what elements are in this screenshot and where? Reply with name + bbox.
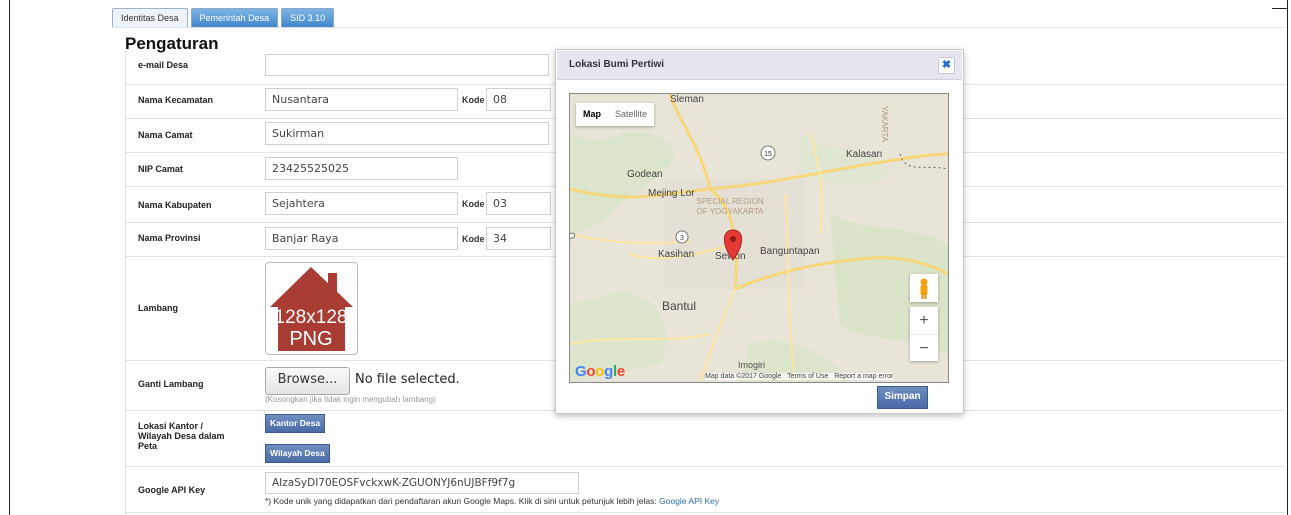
place-kalasan: Kalasan (846, 149, 882, 160)
tab-identitas-desa[interactable]: Identitas Desa (112, 8, 188, 28)
map-view[interactable]: 15 3 Sleman Godean Mejing Lor SPECIAL RE… (569, 93, 949, 383)
tab-underline (112, 27, 1284, 28)
provinsi-kode-label: Kode (462, 234, 485, 244)
api-key-field[interactable]: AIzaSyDI70EOSFvckxwK-ZGUONYJ6nUJBFf9f7g (265, 472, 579, 494)
lambang-placeholder-format: PNG (289, 328, 332, 350)
ganti-lambang-hint: (Kosongkan jika tidak ingin mengubah lam… (265, 395, 436, 404)
road-15-label: 15 (764, 151, 772, 158)
map-canvas: 15 3 Sleman Godean Mejing Lor SPECIAL RE… (570, 94, 948, 382)
place-sleman: Sleman (670, 94, 704, 105)
browse-button[interactable]: Browse... (265, 367, 350, 395)
kecamatan-label: Nama Kecamatan (138, 95, 214, 105)
map-data-text: Map data ©2017 Google (705, 373, 782, 380)
wilayah-desa-button[interactable]: Wilayah Desa (265, 444, 330, 463)
zoom-in-button[interactable]: + (910, 307, 938, 335)
email-label: e-mail Desa (138, 60, 189, 70)
provinsi-kode-field[interactable]: 34 (486, 227, 551, 250)
map-type-map[interactable]: Map (576, 103, 608, 126)
zoom-out-button[interactable]: − (910, 335, 938, 362)
camat-label: Nama Camat (138, 130, 193, 140)
map-type-control: Map Satellite (576, 103, 655, 126)
camat-field[interactable]: Sukirman (265, 122, 549, 145)
pegman-icon[interactable] (910, 274, 938, 302)
kabupaten-kode-field[interactable]: 03 (486, 192, 551, 215)
window-right-border (1287, 0, 1288, 515)
kantor-desa-button[interactable]: Kantor Desa (265, 414, 326, 433)
place-mejing-lor: Mejing Lor (648, 188, 695, 199)
road-3-label: 3 (680, 235, 684, 242)
window-left-border (9, 0, 10, 515)
report-map-error-link[interactable]: Report a map error (834, 373, 893, 380)
tab-pemerintah-desa[interactable]: Pemerintah Desa (190, 8, 279, 28)
place-godean: Godean (627, 169, 663, 180)
kecamatan-field[interactable]: Nusantara (265, 88, 458, 111)
ganti-lambang-label: Ganti Lambang (138, 379, 204, 389)
window-top-edge (1272, 8, 1288, 9)
place-bantul: Bantul (662, 299, 696, 313)
tab-bar: Identitas Desa Pemerintah Desa SID 3.10 (112, 8, 335, 28)
house-icon: 128x128 PNG (270, 267, 353, 351)
region-label-line2: OF YOGYAKARTA (697, 207, 765, 216)
google-logo: Google (575, 363, 625, 380)
api-key-help-link[interactable]: Google API Key (659, 496, 719, 506)
api-key-label: Google API Key (138, 485, 206, 495)
save-button[interactable]: Simpan (877, 386, 928, 409)
lambang-image: 128x128 PNG (265, 262, 358, 355)
kecamatan-kode-label: Kode (462, 95, 485, 105)
place-banguntapan: Banguntapan (760, 246, 820, 257)
place-kasihan: Kasihan (658, 249, 694, 260)
provinsi-label: Nama Provinsi (138, 233, 201, 243)
nip-field[interactable]: 23425525025 (265, 157, 458, 180)
lokasi-label: Lokasi Kantor / Wilayah Desa dalam Peta (138, 421, 225, 451)
file-status: No file selected. (355, 372, 460, 387)
api-key-note: *) Kode unik yang didapatkan dari pendaf… (265, 496, 719, 506)
email-field[interactable] (265, 54, 549, 76)
close-icon[interactable]: ✖ (938, 57, 955, 74)
kabupaten-kode-label: Kode (462, 199, 485, 209)
map-type-satellite[interactable]: Satellite (608, 103, 654, 126)
place-imogiri: Imogiri (738, 360, 765, 370)
api-key-note-text: *) Kode unik yang didapatkan dari pendaf… (265, 496, 657, 506)
kabupaten-field[interactable]: Sejahtera (265, 192, 458, 215)
location-dialog: Lokasi Bumi Pertiwi ✖ 15 3 Sleman Godean… (555, 49, 964, 414)
kabupaten-label: Nama Kabupaten (138, 200, 212, 210)
tab-sid[interactable]: SID 3.10 (281, 8, 335, 28)
lambang-label: Lambang (138, 303, 179, 313)
nip-label: NIP Camat (138, 164, 183, 174)
place-yakarta: YAKARTA (880, 106, 889, 143)
provinsi-field[interactable]: Banjar Raya (265, 227, 458, 250)
dialog-title: Lokasi Bumi Pertiwi (569, 59, 665, 70)
kecamatan-kode-field[interactable]: 08 (486, 88, 551, 111)
terms-of-use-link[interactable]: Terms of Use (787, 373, 828, 380)
lambang-placeholder-size: 128x128 (275, 307, 348, 328)
region-label-line1: SPECIAL REGION (696, 197, 764, 206)
dialog-header: Lokasi Bumi Pertiwi ✖ (557, 51, 962, 80)
zoom-control: + − (910, 307, 938, 361)
map-attribution: Map data ©2017 Google Terms of Use Repor… (705, 373, 894, 380)
